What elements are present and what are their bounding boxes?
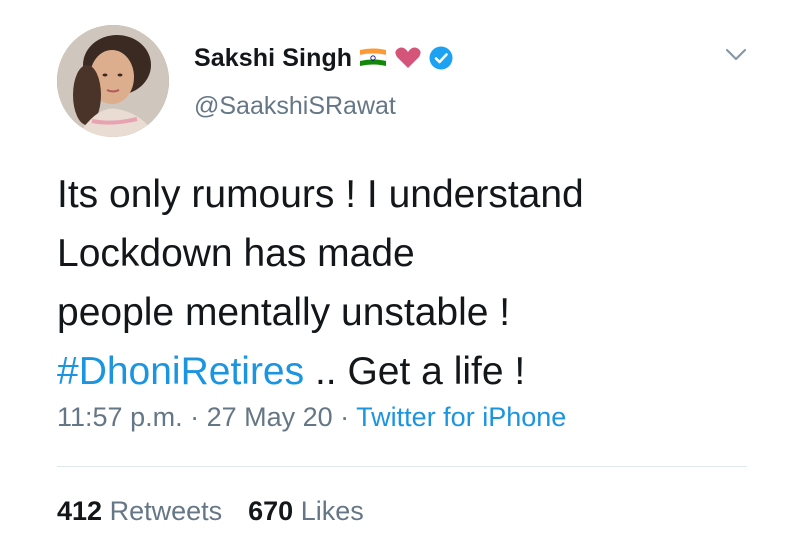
tweet-text-line: Its only rumours ! I understand	[57, 173, 584, 216]
likes-count: 670	[248, 496, 294, 526]
tweet-text-line: people mentally unstable !	[57, 291, 511, 334]
avatar-photo-icon	[57, 25, 169, 137]
author-name-row: Sakshi Singh	[194, 38, 454, 78]
verified-badge-icon	[428, 45, 454, 71]
tweet-text-line: Lockdown has made	[57, 232, 415, 275]
divider	[57, 466, 747, 467]
tweet-time[interactable]: 11:57 p.m.	[57, 402, 183, 432]
tweet-text-tail: .. Get a life !	[304, 350, 526, 393]
tweet-source-link[interactable]: Twitter for iPhone	[356, 402, 566, 432]
meta-separator: ·	[182, 402, 207, 432]
tweet-card: Sakshi Singh @SaakshiSRawat Its only rum…	[0, 0, 802, 536]
tweet-date[interactable]: 27 May 20	[207, 402, 333, 432]
retweets-stat[interactable]: 412 Retweets	[57, 496, 222, 526]
tweet-stats: 412 Retweets 670 Likes	[57, 496, 364, 527]
tweet-meta: 11:57 p.m. · 27 May 20 · Twitter for iPh…	[57, 402, 566, 433]
author-name[interactable]: Sakshi Singh	[194, 44, 352, 73]
tweet-text-line-last: #DhoniRetires .. Get a life !	[57, 342, 757, 401]
pink-heart-icon	[394, 46, 422, 70]
retweets-label: Retweets	[109, 496, 223, 526]
india-flag-icon	[358, 46, 388, 70]
author-handle[interactable]: @SaakshiSRawat	[194, 92, 396, 121]
tweet-text: Its only rumours ! I understand Lockdown…	[57, 165, 757, 401]
hashtag-link[interactable]: #DhoniRetires	[57, 350, 304, 393]
meta-separator: ·	[332, 402, 357, 432]
avatar[interactable]	[57, 25, 169, 137]
likes-label: Likes	[300, 496, 364, 526]
likes-stat[interactable]: 670 Likes	[248, 496, 364, 526]
retweets-count: 412	[57, 496, 103, 526]
chevron-down-icon[interactable]	[722, 44, 750, 64]
